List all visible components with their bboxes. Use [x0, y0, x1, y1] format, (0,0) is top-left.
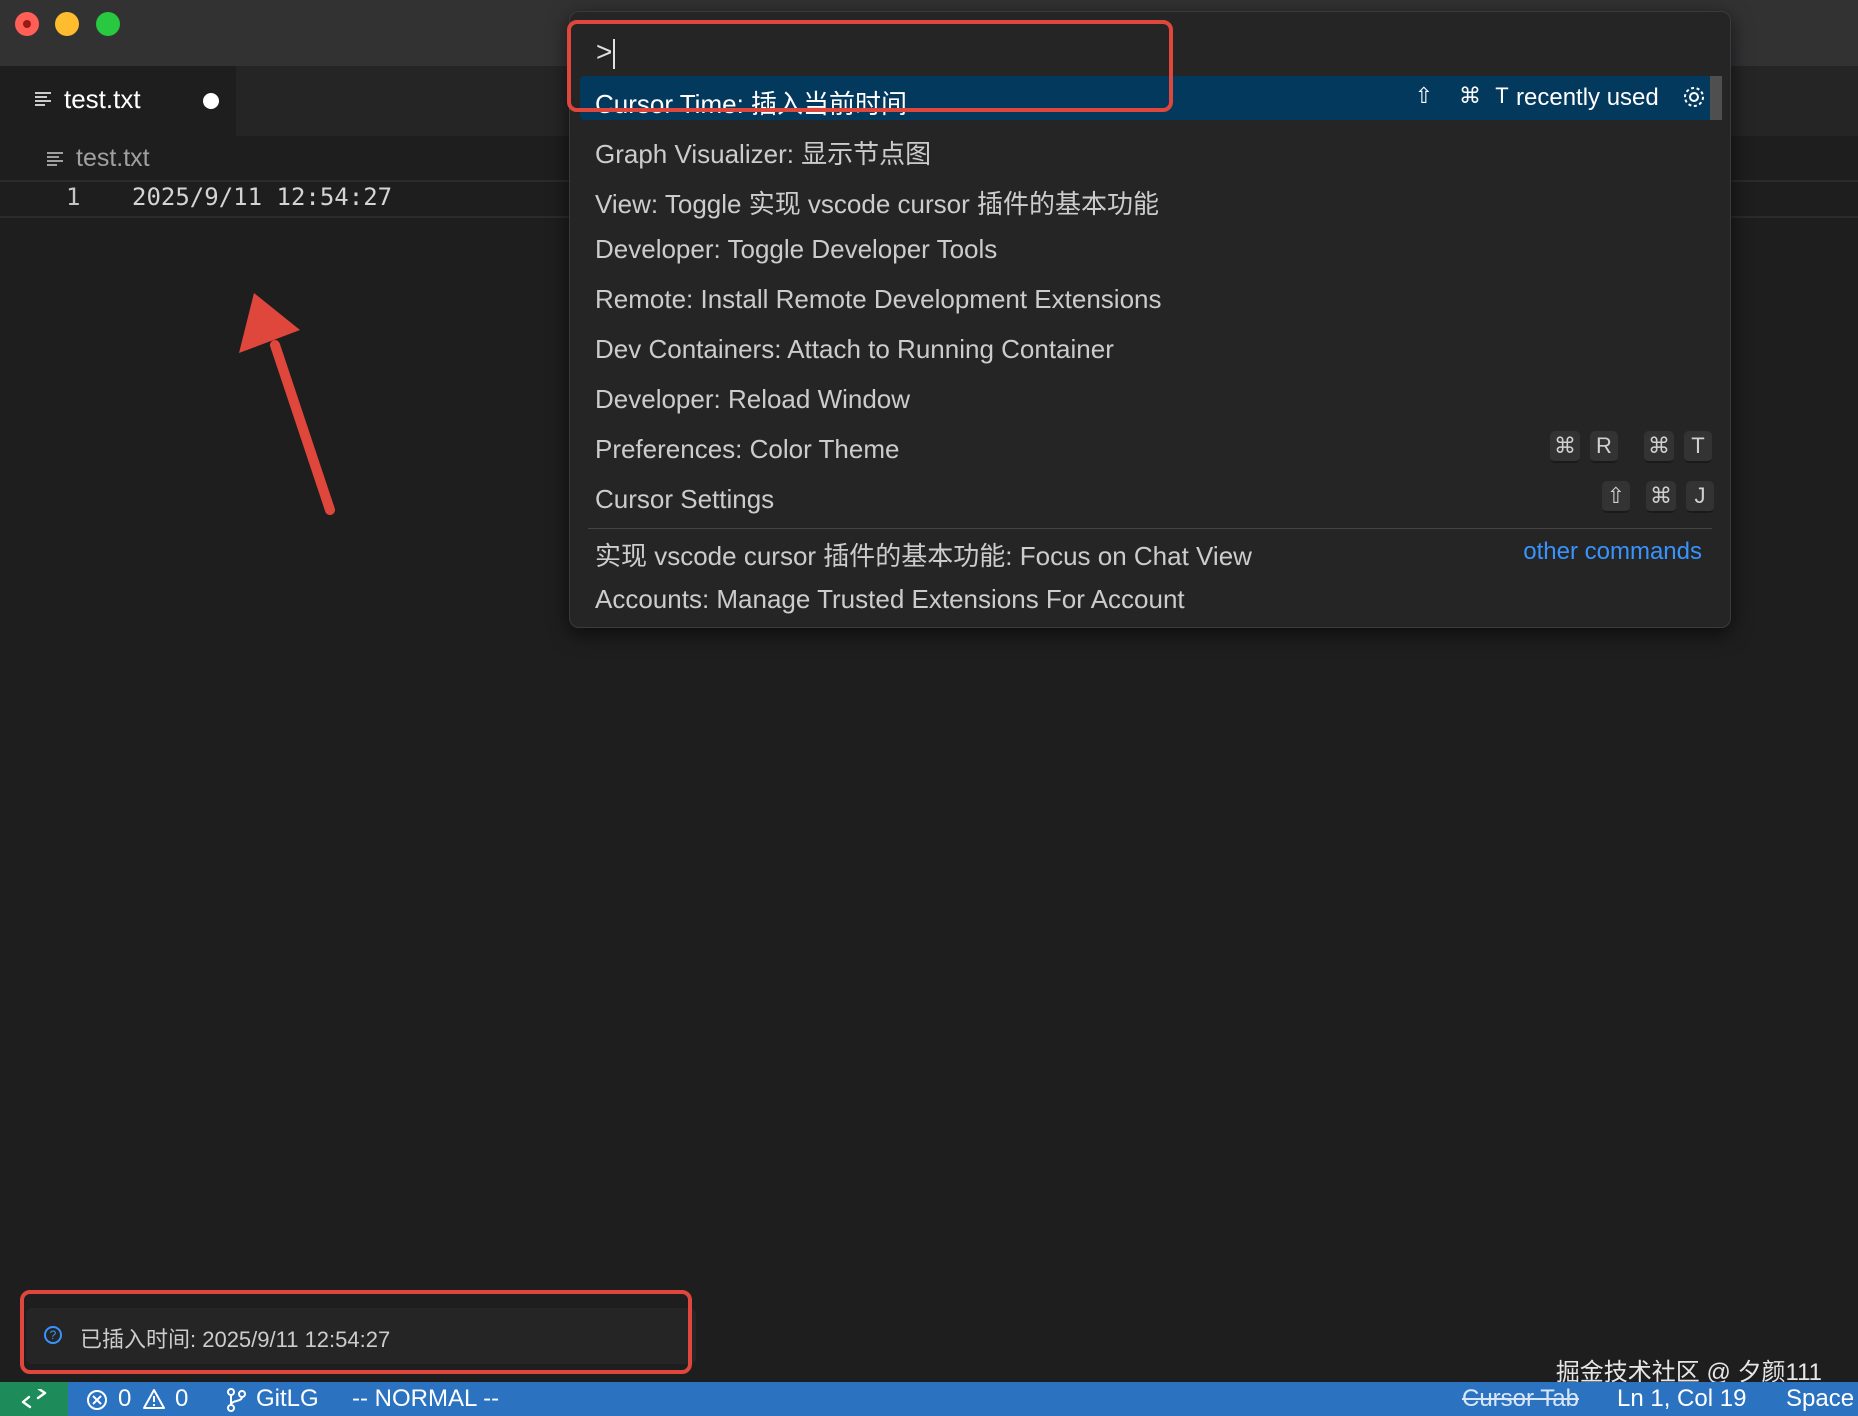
palette-item-label: Dev Containers: Attach to Running Contai…: [595, 334, 1114, 364]
git-graph-item[interactable]: GitLG: [256, 1385, 319, 1413]
warning-count[interactable]: 0: [175, 1385, 188, 1413]
palette-item[interactable]: Cursor Settings ⇧ ⌘ J: [580, 476, 1716, 520]
file-lines-icon: [47, 152, 63, 166]
palette-item-label: Cursor Settings: [595, 484, 775, 514]
palette-item[interactable]: Graph Visualizer: 显示节点图: [580, 126, 1716, 170]
window-maximize-button[interactable]: [96, 12, 120, 36]
palette-scrollbar[interactable]: [1710, 76, 1722, 120]
shift-key-icon: ⇧: [1602, 481, 1630, 513]
recently-used-badge: recently used: [1516, 84, 1659, 111]
cursor-tab-item[interactable]: Cursor Tab: [1462, 1385, 1579, 1413]
palette-item[interactable]: 实现 vscode cursor 插件的基本功能: Focus on Chat …: [580, 528, 1716, 572]
palette-item-label: Developer: Toggle Developer Tools: [595, 234, 998, 264]
unsaved-dot-icon[interactable]: [203, 93, 219, 109]
warning-icon: [143, 1389, 165, 1409]
palette-item[interactable]: Developer: Toggle Developer Tools: [580, 226, 1716, 270]
palette-item[interactable]: Accounts: Manage Trusted Extensions For …: [580, 576, 1716, 620]
command-key-icon: ⌘: [1644, 431, 1674, 463]
remote-icon: [21, 1389, 47, 1409]
palette-item[interactable]: Developer: Reload Window: [580, 376, 1716, 420]
keybinding-key: T: [1495, 83, 1509, 108]
git-branch-icon: [227, 1388, 246, 1412]
palette-item[interactable]: Remote: Install Remote Development Exten…: [580, 276, 1716, 320]
tab-label: test.txt: [64, 84, 141, 114]
annotation-box-command: [567, 20, 1173, 112]
keybinding-key: T: [1684, 431, 1712, 463]
palette-item-label: Remote: Install Remote Development Exten…: [595, 284, 1162, 314]
window-minimize-button[interactable]: [55, 12, 79, 36]
palette-item-label: Developer: Reload Window: [595, 384, 911, 414]
palette-item-label: View: Toggle 实现 vscode cursor 插件的基本功能: [595, 189, 1159, 219]
line-number: 1: [66, 183, 81, 211]
palette-item-label: Preferences: Color Theme: [595, 434, 900, 464]
palette-item-label: Accounts: Manage Trusted Extensions For …: [595, 584, 1185, 614]
keybinding-key: R: [1590, 431, 1618, 463]
command-key-icon: ⌘: [1646, 481, 1676, 513]
annotation-box-notification: [20, 1290, 692, 1374]
tab-test-txt[interactable]: test.txt: [0, 66, 236, 136]
palette-item-label: 实现 vscode cursor 插件的基本功能: Focus on Chat …: [595, 541, 1252, 571]
error-icon: [87, 1390, 107, 1410]
breadcrumb-file[interactable]: test.txt: [76, 144, 150, 173]
command-key-icon: ⌘: [1550, 431, 1580, 463]
indentation-item[interactable]: Space: [1786, 1385, 1854, 1413]
file-lines-icon: [35, 92, 51, 106]
shift-key-icon: ⇧: [1414, 83, 1434, 108]
error-count[interactable]: 0: [118, 1385, 131, 1413]
cursor-position[interactable]: Ln 1, Col 19: [1617, 1385, 1746, 1413]
window-close-button[interactable]: [15, 12, 39, 36]
remote-indicator[interactable]: [0, 1382, 68, 1416]
editor-line-text[interactable]: 2025/9/11 12:54:27: [132, 183, 392, 211]
command-key-icon: ⌘: [1459, 83, 1481, 108]
vim-mode: -- NORMAL --: [352, 1385, 500, 1412]
keybinding-key: J: [1686, 481, 1714, 513]
palette-item[interactable]: Dev Containers: Attach to Running Contai…: [580, 326, 1716, 370]
gear-icon[interactable]: [1681, 84, 1707, 110]
palette-item[interactable]: View: Toggle 实现 vscode cursor 插件的基本功能: [580, 176, 1716, 220]
palette-item-label: Graph Visualizer: 显示节点图: [595, 139, 932, 169]
annotation-arrow-icon: [239, 293, 335, 515]
palette-item[interactable]: Preferences: Color Theme ⌘ R ⌘ T: [580, 426, 1716, 470]
status-bar: 0 0 GitLG -- NORMAL -- Cursor Tab Ln 1, …: [0, 1382, 1858, 1416]
other-commands-label: other commands: [1523, 538, 1702, 565]
